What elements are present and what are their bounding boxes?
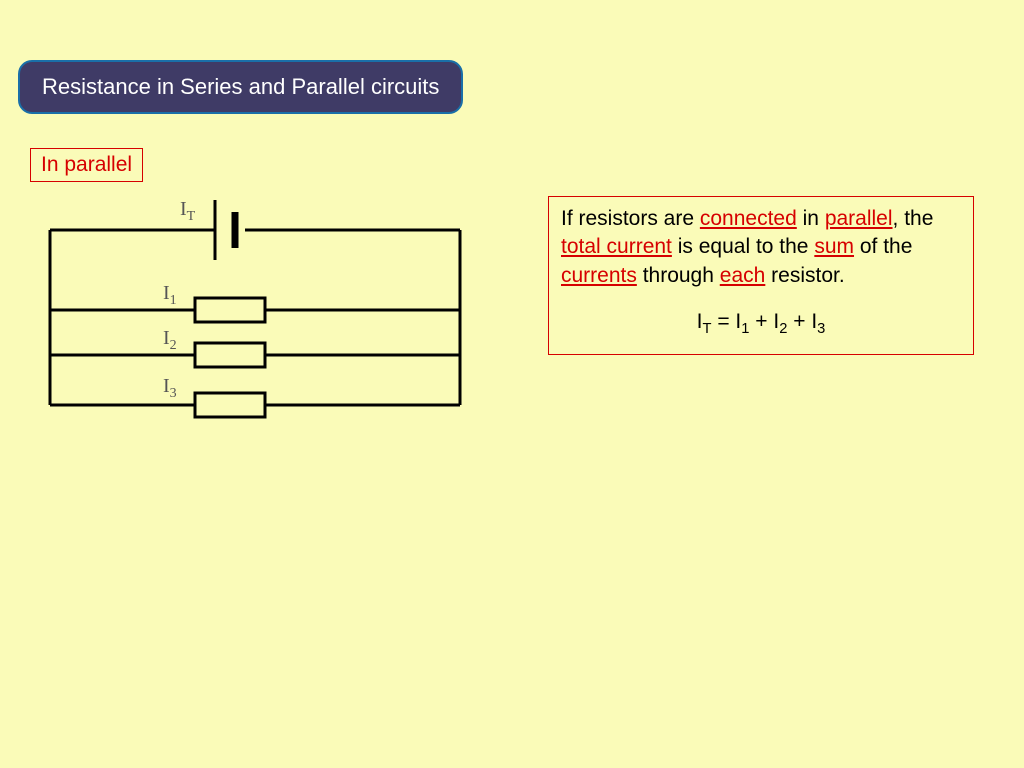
label-i1: I1 — [163, 282, 177, 309]
description-box: If resistors are connected in parallel, … — [548, 196, 974, 355]
label-i3: I3 — [163, 375, 177, 402]
subtitle-inparallel: In parallel — [30, 148, 143, 182]
slide-title: Resistance in Series and Parallel circui… — [18, 60, 463, 114]
formula: IT = I1 + I2 + I3 — [561, 308, 961, 340]
label-i2: I2 — [163, 327, 177, 354]
label-it: IT — [180, 198, 195, 225]
circuit-diagram: IT I1 I2 I3 — [40, 190, 480, 435]
circuit-svg — [40, 190, 480, 430]
desc-text: If resistors are connected in parallel, … — [561, 207, 933, 287]
